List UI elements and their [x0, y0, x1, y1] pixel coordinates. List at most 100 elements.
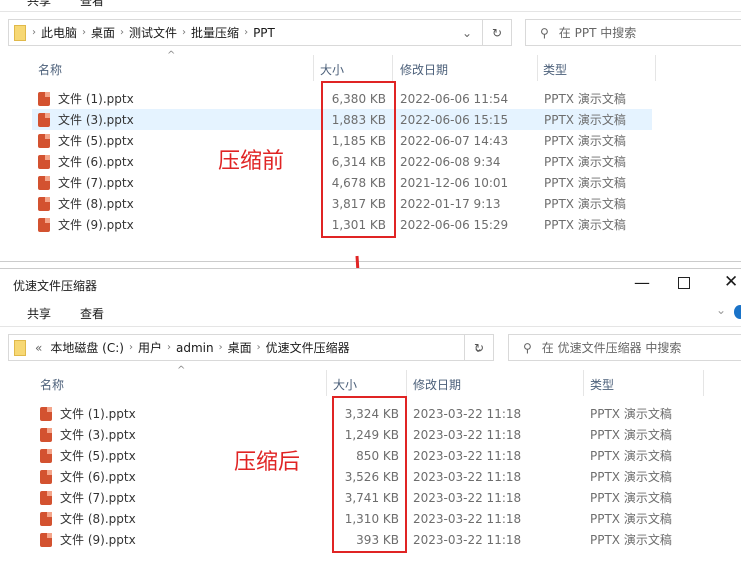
- column-type[interactable]: 类型: [590, 376, 614, 393]
- pptx-file-icon: [38, 196, 50, 211]
- file-type: PPTX 演示文稿: [544, 176, 626, 190]
- folder-icon: [14, 24, 26, 41]
- file-type: PPTX 演示文稿: [544, 92, 626, 106]
- file-type: PPTX 演示文稿: [544, 197, 626, 211]
- close-button[interactable]: ✕: [724, 272, 738, 292]
- file-name: 文件 (1).pptx: [60, 407, 136, 421]
- breadcrumb-item[interactable]: 优速文件压缩器: [266, 339, 350, 356]
- column-date[interactable]: 修改日期: [413, 376, 461, 393]
- column-date[interactable]: 修改日期: [400, 61, 448, 78]
- refresh-button[interactable]: ↻: [464, 334, 494, 361]
- file-date: 2023-03-22 11:18: [413, 469, 522, 484]
- explorer-after: 优速文件压缩器 — ✕ 共享 查看 ⌄ « 本地磁盘 (C:) › 用户 › adm…: [0, 268, 741, 568]
- annotation-after: 压缩后: [234, 450, 301, 475]
- annotation-before: 压缩前: [218, 149, 285, 174]
- ribbon-share[interactable]: 共享: [27, 0, 51, 9]
- divider: [0, 11, 741, 12]
- refresh-icon: ↻: [491, 25, 503, 40]
- file-date: 2022-06-06 15:29: [400, 217, 509, 232]
- search-icon: ⚲: [523, 340, 532, 355]
- file-date: 2022-06-06 11:54: [400, 91, 509, 106]
- file-name: 文件 (1).pptx: [58, 92, 134, 106]
- breadcrumb-item[interactable]: 此电脑: [41, 24, 77, 41]
- search-input[interactable]: ⚲ 在 优速文件压缩器 中搜索: [508, 334, 741, 361]
- folder-icon: [14, 339, 26, 356]
- address-bar[interactable]: « 本地磁盘 (C:) › 用户 › admin › 桌面 › 优速文件压缩器 ⌄: [8, 334, 494, 361]
- file-type: PPTX 演示文稿: [590, 512, 672, 526]
- file-date: 2023-03-22 11:18: [413, 448, 522, 463]
- file-name: 文件 (9).pptx: [60, 533, 136, 547]
- explorer-before: 共享 查看 › 此电脑 › 桌面 › 测试文件 › 批量压缩 › PPT ⌄ ↻ ⚲ 在…: [0, 0, 741, 262]
- search-placeholder: 在 优速文件压缩器 中搜索: [541, 341, 682, 355]
- file-type: PPTX 演示文稿: [544, 134, 626, 148]
- refresh-button[interactable]: ↻: [482, 19, 512, 46]
- pptx-file-icon: [38, 133, 50, 148]
- ribbon-view[interactable]: 查看: [80, 0, 104, 9]
- file-date: 2023-03-22 11:18: [413, 532, 522, 547]
- pptx-file-icon: [38, 154, 50, 169]
- file-type: PPTX 演示文稿: [590, 491, 672, 505]
- file-date: 2023-03-22 11:18: [413, 490, 522, 505]
- file-name: 文件 (7).pptx: [60, 491, 136, 505]
- file-name: 文件 (6).pptx: [58, 155, 134, 169]
- pptx-file-icon: [40, 448, 52, 463]
- column-size[interactable]: 大小: [320, 61, 344, 78]
- breadcrumb-item[interactable]: 批量压缩: [191, 24, 239, 41]
- file-type: PPTX 演示文稿: [590, 407, 672, 421]
- ribbon-view[interactable]: 查看: [80, 305, 104, 322]
- file-name: 文件 (8).pptx: [60, 512, 136, 526]
- pptx-file-icon: [40, 490, 52, 505]
- file-date: 2023-03-22 11:18: [413, 427, 522, 442]
- chevron-down-icon[interactable]: ⌄: [462, 26, 472, 40]
- pptx-file-icon: [40, 427, 52, 442]
- file-type: PPTX 演示文稿: [544, 113, 626, 127]
- file-type: PPTX 演示文稿: [590, 533, 672, 547]
- breadcrumb-item[interactable]: PPT: [253, 26, 275, 40]
- breadcrumb-item[interactable]: 桌面: [91, 24, 115, 41]
- chevron-right-icon: ›: [32, 27, 36, 38]
- breadcrumb-item[interactable]: admin: [176, 341, 214, 355]
- minimize-button[interactable]: —: [634, 273, 650, 292]
- breadcrumb-item[interactable]: 用户: [138, 339, 162, 356]
- column-name[interactable]: 名称: [40, 376, 64, 393]
- column-type[interactable]: 类型: [543, 61, 567, 78]
- pptx-file-icon: [40, 532, 52, 547]
- pptx-file-icon: [40, 469, 52, 484]
- address-bar[interactable]: › 此电脑 › 桌面 › 测试文件 › 批量压缩 › PPT ⌄: [8, 19, 483, 46]
- file-date: 2022-06-07 14:43: [400, 133, 509, 148]
- file-name: 文件 (3).pptx: [58, 113, 134, 127]
- file-type: PPTX 演示文稿: [544, 155, 626, 169]
- maximize-button[interactable]: [678, 277, 690, 289]
- file-name: 文件 (3).pptx: [60, 428, 136, 442]
- pptx-file-icon: [38, 175, 50, 190]
- pptx-file-icon: [38, 217, 50, 232]
- breadcrumb-item[interactable]: 测试文件: [129, 24, 177, 41]
- sort-up-icon: ^: [167, 50, 176, 61]
- file-date: 2022-06-06 15:15: [400, 112, 509, 127]
- file-date: 2023-03-22 11:18: [413, 511, 522, 526]
- window-title: 优速文件压缩器: [13, 279, 98, 293]
- column-name[interactable]: 名称: [38, 61, 62, 78]
- file-name: 文件 (5).pptx: [60, 449, 136, 463]
- refresh-icon: ↻: [473, 340, 485, 355]
- pptx-file-icon: [40, 406, 52, 421]
- file-type: PPTX 演示文稿: [590, 470, 672, 484]
- overflow-chevron[interactable]: «: [35, 341, 42, 355]
- search-placeholder: 在 PPT 中搜索: [558, 26, 637, 40]
- column-size[interactable]: 大小: [333, 376, 357, 393]
- file-name: 文件 (7).pptx: [58, 176, 134, 190]
- file-date: 2021-12-06 10:01: [400, 175, 509, 190]
- breadcrumb-item[interactable]: 本地磁盘 (C:): [50, 339, 124, 356]
- sort-up-icon: ^: [177, 365, 186, 376]
- help-icon[interactable]: [734, 305, 741, 319]
- expand-ribbon-icon[interactable]: ⌄: [716, 303, 726, 317]
- breadcrumb-item[interactable]: 桌面: [228, 339, 252, 356]
- file-type: PPTX 演示文稿: [544, 218, 626, 232]
- file-name: 文件 (8).pptx: [58, 197, 134, 211]
- pptx-file-icon: [38, 112, 50, 127]
- ribbon-share[interactable]: 共享: [27, 305, 51, 322]
- file-type: PPTX 演示文稿: [590, 428, 672, 442]
- pptx-file-icon: [38, 91, 50, 106]
- search-input[interactable]: ⚲ 在 PPT 中搜索: [525, 19, 741, 46]
- pptx-file-icon: [40, 511, 52, 526]
